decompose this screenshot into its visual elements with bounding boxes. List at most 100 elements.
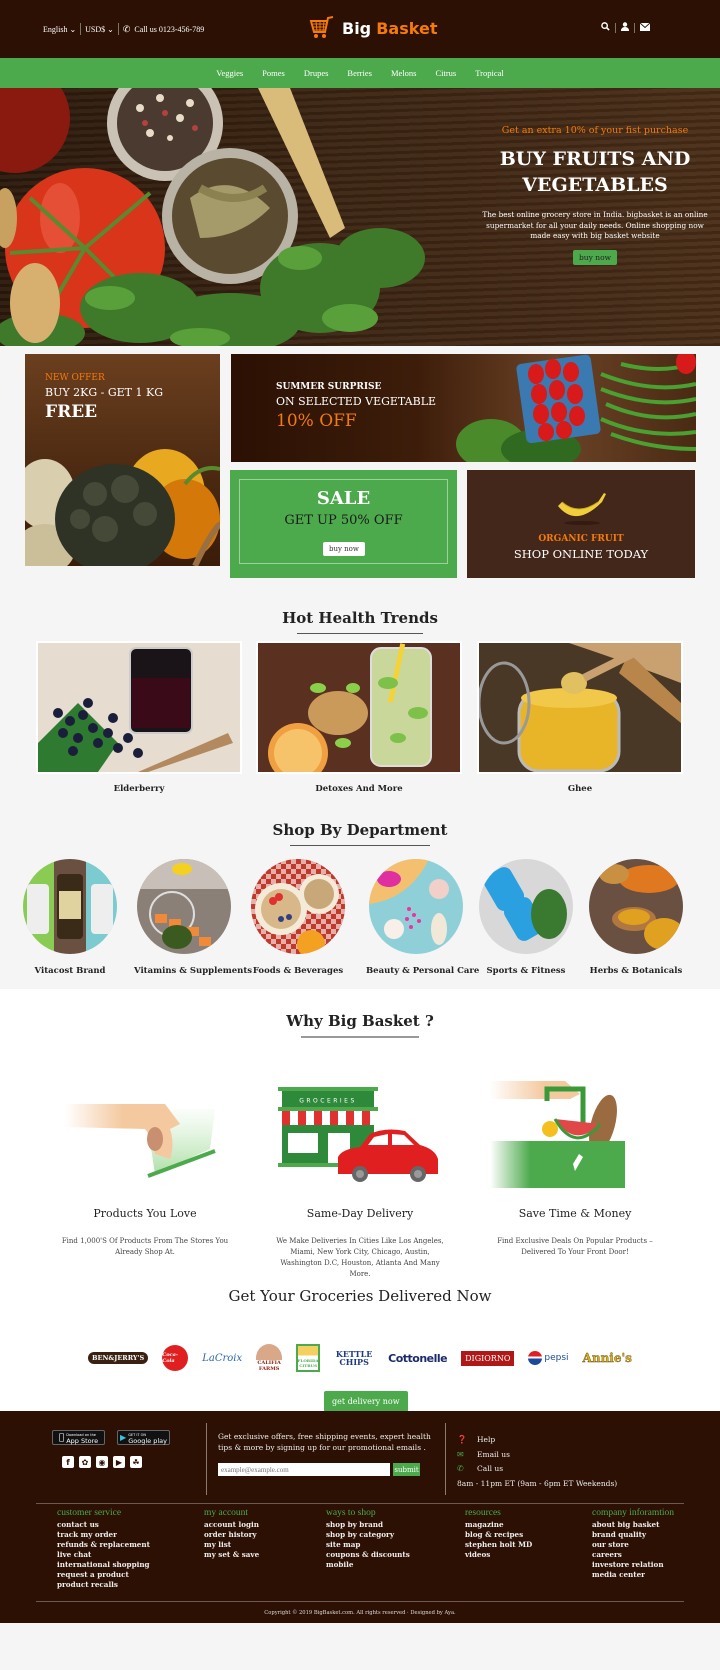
user-icon[interactable]	[621, 22, 629, 34]
submit-button[interactable]: submit	[393, 1463, 420, 1476]
pepsi-globe-icon	[528, 1351, 543, 1365]
footer-link[interactable]: contact us	[57, 1520, 150, 1530]
footer-link[interactable]: live chat	[57, 1550, 150, 1560]
app-store-badge[interactable]:  Download on theApp Store	[52, 1430, 105, 1445]
nav-item-drupes[interactable]: Drupes	[304, 68, 329, 78]
instagram-icon[interactable]: ◉	[96, 1456, 108, 1468]
feature-title: Save Time & Money	[518, 1207, 632, 1220]
nav-item-citrus[interactable]: Citrus	[435, 68, 456, 78]
footer-link[interactable]: product recalls	[57, 1580, 150, 1590]
trend-card[interactable]: Detoxes And More	[256, 641, 462, 794]
trend-card[interactable]: Ghee	[477, 641, 683, 794]
hero-offer: Get an extra 10% of your fist purchase	[501, 125, 689, 136]
footer-link[interactable]: track my order	[57, 1530, 150, 1540]
promo-text: Get exclusive offers, free shipping even…	[218, 1432, 431, 1452]
summer-line: ON SELECTED VEGETABLE	[276, 395, 437, 408]
footer-link[interactable]: shop by brand	[326, 1520, 410, 1530]
footer-link[interactable]: coupons & discounts	[326, 1550, 410, 1560]
footer-link[interactable]: international shopping	[57, 1560, 150, 1570]
hero-buy-now-button[interactable]: buy now	[573, 250, 618, 265]
search-icon[interactable]	[601, 22, 610, 34]
footer-link[interactable]: media center	[592, 1570, 674, 1580]
new-offer-highlight: FREE	[45, 402, 98, 422]
banana-image	[558, 493, 606, 525]
herbs-botanicals-image	[589, 859, 683, 954]
brand-logo[interactable]: Annie's	[582, 1351, 632, 1365]
footer-link[interactable]: mobile	[326, 1560, 410, 1570]
footer-link[interactable]: about big basket	[592, 1520, 674, 1530]
brand-logo[interactable]: CALIFIA FARMS	[256, 1344, 283, 1372]
footer-link[interactable]: stephen holt MD	[465, 1540, 532, 1550]
language-select[interactable]: English ⌄	[43, 25, 76, 34]
help-link[interactable]: ❓ Help	[457, 1433, 617, 1448]
store-car-illustration: GROCERIES	[270, 1079, 450, 1189]
youtube-icon[interactable]: ▶	[113, 1456, 125, 1468]
footer-link[interactable]: brand quality	[592, 1530, 674, 1540]
footer-link[interactable]: careers	[592, 1550, 674, 1560]
department-item[interactable]: Vitamins & Supplements	[134, 859, 252, 976]
cart-icon	[309, 16, 334, 38]
chevron-down-icon: ⌄	[107, 24, 114, 34]
footer-link[interactable]: videos	[465, 1550, 532, 1560]
footer-link[interactable]: my set & save	[204, 1550, 259, 1560]
phone-label[interactable]: Call us 0123-456-789	[134, 25, 204, 34]
organic-line: SHOP ONLINE TODAY	[513, 547, 649, 561]
nav-item-melons[interactable]: Melons	[391, 68, 417, 78]
footer-link[interactable]: shop by category	[326, 1530, 410, 1540]
currency-select[interactable]: USD$ ⌄	[85, 25, 114, 34]
department-item[interactable]: Beauty & Personal Care	[366, 859, 479, 976]
envelope-icon[interactable]	[639, 22, 651, 34]
footer-link[interactable]: refunds & replacement	[57, 1540, 150, 1550]
nav-item-tropical[interactable]: Tropical	[475, 68, 504, 78]
footer-link[interactable]: investore relation	[592, 1560, 674, 1570]
email-us-link[interactable]: ✉ Email us	[457, 1448, 617, 1463]
new-offer-banner[interactable]: NEW OFFER BUY 2KG - GET 1 KG FREE	[25, 354, 220, 566]
department-item[interactable]: Herbs & Botanicals	[586, 859, 686, 976]
brand-logo[interactable]: DIGIORNO	[461, 1350, 515, 1366]
hero-title: BUY FRUITS AND VEGETABLES	[480, 146, 710, 198]
sale-buy-now-button[interactable]: buy now	[323, 542, 365, 556]
brand-name: pepsi	[544, 1353, 569, 1363]
footer-link[interactable]: blog & recipes	[465, 1530, 532, 1540]
category-nav: Veggies Pomes Drupes Berries Melons Citr…	[0, 58, 720, 88]
nav-item-berries[interactable]: Berries	[347, 68, 372, 78]
brand-logo[interactable]: LaCroix	[202, 1353, 242, 1364]
brand-logo[interactable]: pepsi	[528, 1351, 569, 1365]
brand-logo[interactable]: FLORIDA CITRUS	[296, 1344, 321, 1372]
delivery-title: Get Your Groceries Delivered Now	[228, 1287, 492, 1305]
footer-link[interactable]: order history	[204, 1530, 259, 1540]
feature-products: Products You Love Find 1,000'S Of Produc…	[55, 1079, 235, 1258]
department-item[interactable]: Vitacost Brand	[20, 859, 120, 976]
feature-delivery: GROCERIES Same-Day Delivery We Make Deli…	[270, 1079, 450, 1280]
footer-link[interactable]: my list	[204, 1540, 259, 1550]
hot-health-trends: Hot Health Trends Elderberry Detoxes And…	[0, 594, 720, 809]
organic-fruit-banner[interactable]: ORGANIC FRUIT SHOP ONLINE TODAY	[467, 470, 695, 578]
footer-link[interactable]: request a product	[57, 1570, 150, 1580]
call-us-link[interactable]: ✆ Call us	[457, 1462, 617, 1477]
trends-title: Hot Health Trends	[0, 594, 720, 634]
support-hours: 8am - 11pm ET (9am - 6pm ET Weekends)	[457, 1478, 618, 1488]
summer-surprise-banner[interactable]: SUMMER SURPRISE ON SELECTED VEGETABLE 10…	[231, 354, 696, 462]
nav-item-veggies[interactable]: Veggies	[216, 68, 243, 78]
footer-link[interactable]: site map	[326, 1540, 410, 1550]
footer-link[interactable]: our store	[592, 1540, 674, 1550]
brand-logo[interactable]: Coca-Cola	[162, 1345, 189, 1371]
department-item[interactable]: Sports & Fitness	[476, 859, 576, 976]
brand-logo[interactable]: Cottonelle	[388, 1352, 448, 1365]
google-play-badge[interactable]: ▶ GET IT ON Google play	[117, 1430, 170, 1445]
footer-link[interactable]: account login	[204, 1520, 259, 1530]
brand-logo[interactable]: KETTLE CHIPS	[334, 1350, 374, 1366]
department-item[interactable]: Foods & Beverages	[248, 859, 348, 976]
email-input[interactable]	[218, 1463, 390, 1476]
facebook-icon[interactable]: f	[62, 1456, 74, 1468]
twitter-icon[interactable]: ✿	[79, 1456, 91, 1468]
snapchat-icon[interactable]: ☘	[130, 1456, 142, 1468]
divider	[36, 1601, 684, 1602]
footer-link[interactable]: magazine	[465, 1520, 532, 1530]
nav-item-pomes[interactable]: Pomes	[262, 68, 285, 78]
logo[interactable]: Big Basket	[308, 15, 437, 41]
get-delivery-now-button[interactable]: get delivery now	[324, 1391, 408, 1412]
brand-logo[interactable]: BEN&JERRY'S	[88, 1352, 149, 1364]
trend-card[interactable]: Elderberry	[36, 641, 242, 794]
sale-banner[interactable]: SALE GET UP 50% OFF buy now	[230, 470, 457, 578]
